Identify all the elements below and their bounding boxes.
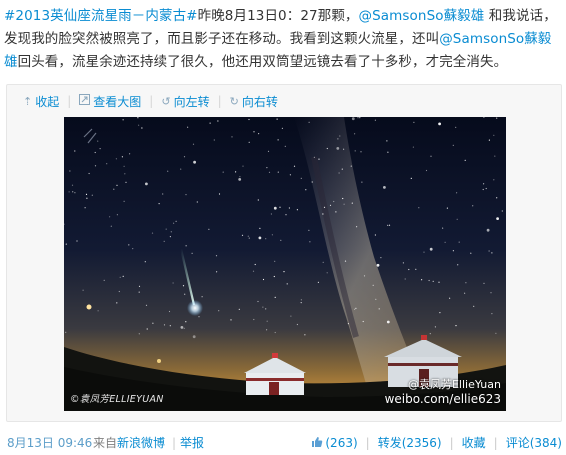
post-text-part-1: 昨晚8月13日0：27那颗， — [197, 8, 359, 24]
magnify-icon — [79, 94, 91, 108]
rotate-left-label: 向左转 — [173, 94, 210, 109]
topic-link[interactable]: #2013英仙座流星雨－内蒙古# — [4, 8, 198, 24]
post-footer: 8月13日 09:46 来自新浪微博 | 举报 (263) | 转发(2356) … — [0, 432, 566, 452]
toolbar-divider: | — [217, 94, 222, 108]
toolbar-divider: | — [149, 94, 154, 108]
media-box: ⇡ 收起 | 查看大图 | ↺ 向左转 | ↻ 向右转 ©袁凤芳ELLIEYUA… — [6, 84, 562, 422]
like-button[interactable]: (263) — [311, 435, 358, 450]
action-divider: | — [365, 435, 370, 450]
post-time-link[interactable]: 8月13日 09:46 — [7, 434, 92, 451]
rotate-right-button[interactable]: ↻ 向右转 — [230, 93, 278, 110]
post-source: 来自新浪微博 — [93, 434, 165, 451]
view-large-button[interactable]: 查看大图 — [79, 93, 141, 110]
view-large-label: 查看大图 — [93, 94, 142, 109]
thumbs-up-icon — [312, 436, 323, 447]
post-text-part-3: 回头看，流星余迹还持续了很久，他还用双筒望远镜去看了十多秒，才完全消失。 — [17, 54, 508, 70]
watermark-url: weibo.com/ellie623 — [384, 392, 501, 406]
post-actions: (263) | 转发(2356) | 收藏 | 评论(384) — [311, 434, 562, 451]
collapse-button[interactable]: ⇡ 收起 — [23, 93, 59, 110]
action-divider: | — [449, 435, 454, 450]
action-divider: | — [493, 435, 498, 450]
report-link[interactable]: | 举报 — [168, 434, 204, 451]
rotate-right-icon: ↻ — [229, 94, 239, 108]
rotate-left-icon: ↺ — [161, 94, 171, 108]
post-text: #2013英仙座流星雨－内蒙古#昨晚8月13日0：27那颗，@SamsonSo蘇… — [4, 5, 562, 74]
photo-watermark-left: ©袁凤芳ELLIEYUAN — [70, 394, 164, 405]
rotate-left-button[interactable]: ↺ 向左转 — [161, 93, 209, 110]
watermark-author: @袁凤芳EllieYuan — [407, 378, 501, 391]
source-prefix: 来自 — [93, 436, 118, 450]
media-toolbar: ⇡ 收起 | 查看大图 | ↺ 向左转 | ↻ 向右转 — [23, 91, 278, 111]
arrow-up-icon: ⇡ — [23, 94, 33, 108]
meteor-photo[interactable]: ©袁凤芳ELLIEYUAN @袁凤芳EllieYuan weibo.com/el… — [64, 117, 506, 411]
comment-button[interactable]: 评论(384) — [506, 434, 562, 451]
photo-illustration — [64, 117, 506, 411]
footer-divider: | — [172, 436, 177, 450]
rotate-right-label: 向右转 — [241, 94, 278, 109]
photo-watermark-right: @袁凤芳EllieYuan weibo.com/ellie623 — [385, 377, 501, 407]
like-count: (263) — [325, 435, 358, 450]
report-label: 举报 — [180, 436, 205, 450]
source-link[interactable]: 新浪微博 — [117, 436, 165, 450]
collapse-label: 收起 — [35, 94, 60, 109]
toolbar-divider: | — [67, 94, 72, 108]
repost-button[interactable]: 转发(2356) — [378, 434, 442, 451]
favorite-button[interactable]: 收藏 — [462, 434, 486, 451]
mention-link-1[interactable]: @SamsonSo蘇毅雄 — [359, 8, 485, 24]
